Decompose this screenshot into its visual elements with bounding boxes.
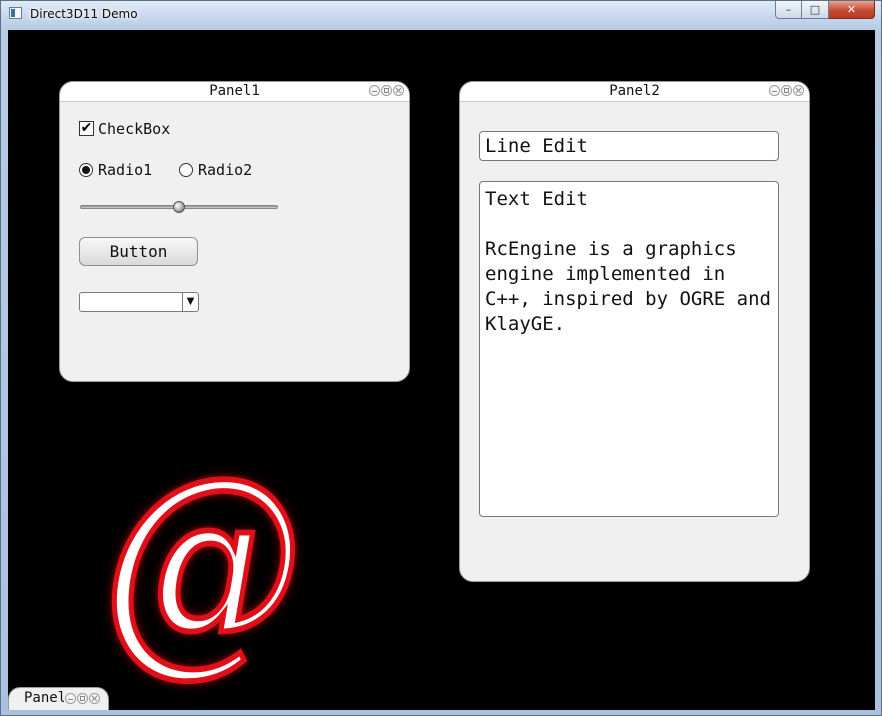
text-edit-first-line: Text Edit: [485, 188, 588, 210]
close-icon[interactable]: [89, 693, 100, 704]
app-icon: [9, 7, 22, 19]
panel1-title-buttons: [369, 85, 404, 96]
radio2-button[interactable]: [179, 163, 193, 177]
maximize-icon: □: [809, 3, 821, 16]
panel3-minimized[interactable]: Panel3: [8, 687, 109, 710]
checkmark-icon: ✔: [80, 120, 93, 136]
maximize-icon[interactable]: [381, 85, 392, 96]
radio1-label[interactable]: Radio1: [98, 161, 152, 179]
panel1-title-bar[interactable]: Panel1: [60, 82, 409, 102]
chevron-down-icon[interactable]: ▼: [182, 293, 198, 311]
app-window: Direct3D11 Demo – □ ✕ Panel1 ✔ CheckBox …: [0, 0, 882, 716]
panel1-title: Panel1: [209, 83, 260, 99]
caption-buttons: – □ ✕: [775, 1, 875, 20]
close-icon: ✕: [846, 3, 857, 16]
window-close-button[interactable]: ✕: [829, 1, 875, 19]
checkbox-label[interactable]: CheckBox: [98, 120, 170, 138]
minimize-icon: –: [785, 3, 792, 16]
maximize-icon[interactable]: [781, 85, 792, 96]
title-bar[interactable]: Direct3D11 Demo – □ ✕: [1, 1, 881, 29]
minimize-icon[interactable]: [769, 85, 780, 96]
panel2-title: Panel2: [609, 83, 660, 99]
panel1: Panel1 ✔ CheckBox Radio1 Radio2 Button ▼: [59, 81, 410, 382]
rendered-at-glyph: @: [101, 428, 306, 697]
panel2: Panel2 Line Edit Text Edit RcEngine is a…: [459, 81, 810, 582]
minimize-icon[interactable]: [369, 85, 380, 96]
radio1-button[interactable]: [79, 163, 93, 177]
render-viewport[interactable]: Panel1 ✔ CheckBox Radio1 Radio2 Button ▼: [8, 30, 875, 710]
panel3-title: Panel3: [24, 690, 64, 706]
push-button[interactable]: Button: [79, 237, 198, 266]
window-minimize-button[interactable]: –: [775, 1, 802, 19]
text-edit[interactable]: Text Edit RcEngine is a graphics engine …: [479, 181, 779, 517]
checkbox[interactable]: ✔: [79, 121, 94, 136]
line-edit[interactable]: Line Edit: [479, 131, 779, 161]
close-icon[interactable]: [793, 85, 804, 96]
panel2-title-bar[interactable]: Panel2: [460, 82, 809, 102]
window-maximize-button[interactable]: □: [802, 1, 829, 19]
panel3-title-buttons: [65, 693, 100, 704]
text-edit-body: RcEngine is a graphics engine implemente…: [485, 238, 771, 335]
maximize-icon[interactable]: [77, 693, 88, 704]
close-icon[interactable]: [393, 85, 404, 96]
combo-box[interactable]: ▼: [79, 292, 199, 312]
slider-thumb[interactable]: [173, 201, 185, 213]
minimize-icon[interactable]: [65, 693, 76, 704]
window-title: Direct3D11 Demo: [30, 7, 138, 21]
radio2-label[interactable]: Radio2: [198, 161, 252, 179]
panel2-title-buttons: [769, 85, 804, 96]
